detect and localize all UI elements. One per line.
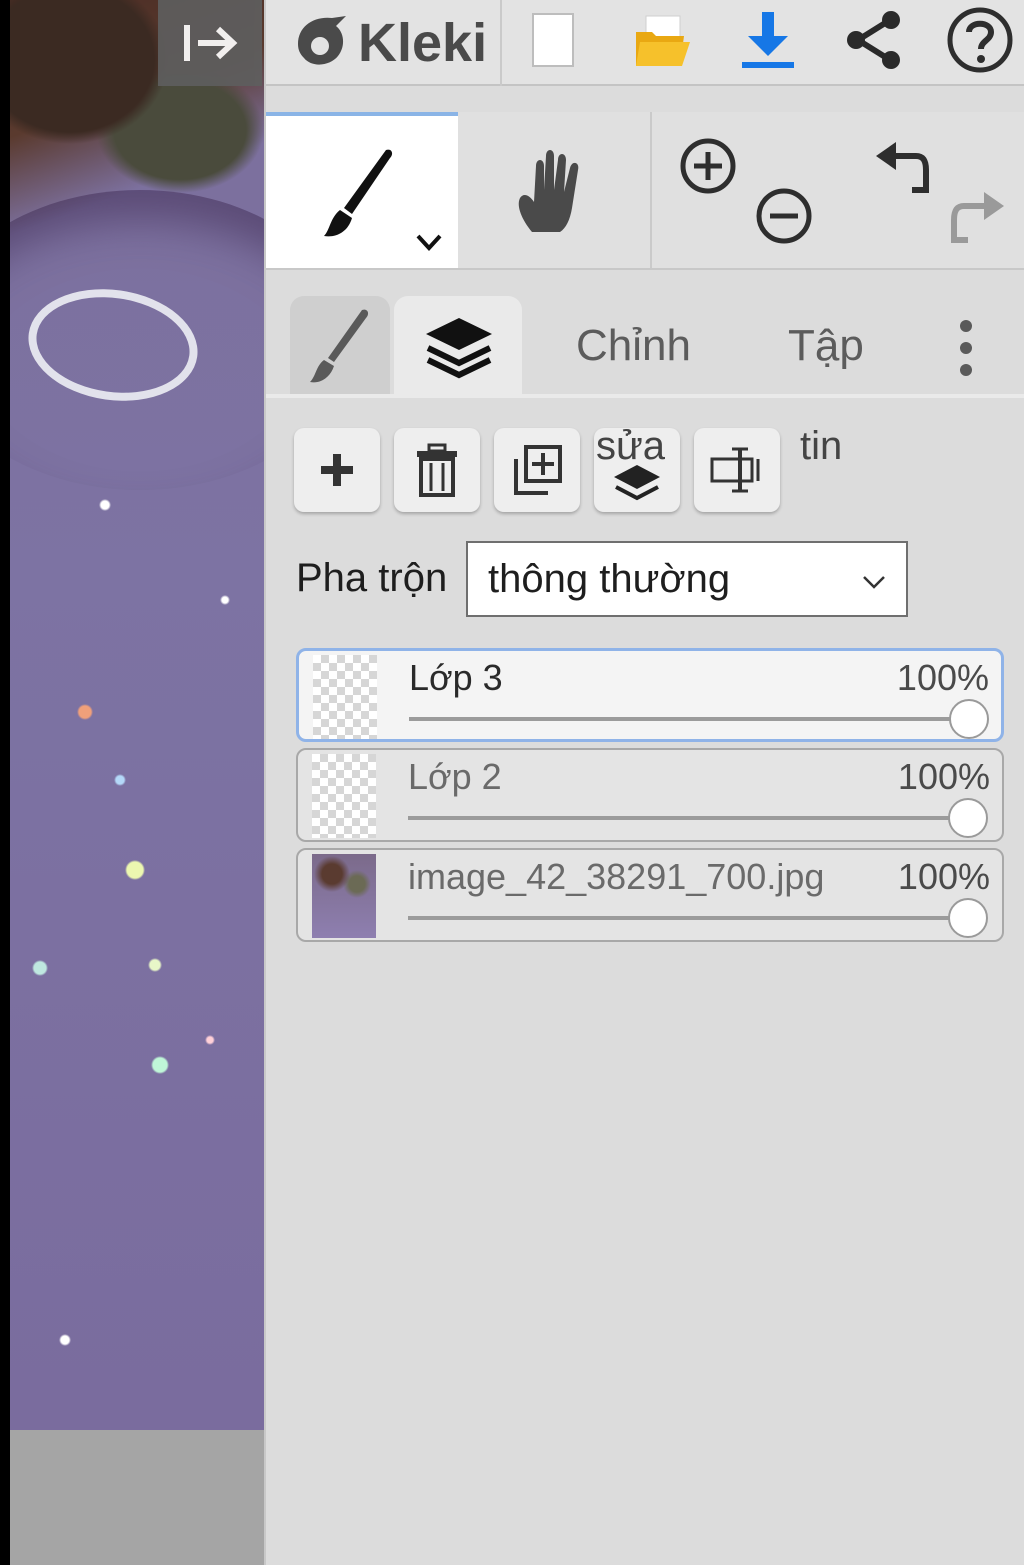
delete-layer-icon [417, 443, 457, 497]
app-logo-text: Kleki [358, 13, 488, 73]
add-layer-icon [321, 454, 353, 486]
opacity-slider[interactable] [409, 717, 969, 721]
tab-underline [266, 394, 1024, 398]
collapse-panel-icon [184, 25, 238, 61]
tab-file[interactable]: Tập [788, 296, 864, 396]
brush-tab-icon [310, 309, 369, 383]
layer-name: Lớp 3 [409, 657, 503, 698]
blend-mode-select[interactable]: thông thường [466, 541, 908, 617]
add-layer-button[interactable] [294, 428, 380, 512]
tool-divider [650, 112, 652, 268]
merge-label-overflow: sửa [596, 424, 666, 468]
drawing-canvas[interactable] [10, 0, 264, 1565]
layer-opacity: 100% [897, 856, 990, 897]
panel-tabs: Chỉnh Tập [266, 296, 1024, 396]
new-document-icon [532, 13, 574, 67]
layer-thumbnail [312, 754, 376, 838]
duplicate-layer-button[interactable] [494, 428, 580, 512]
brush-tool-button[interactable] [266, 112, 458, 268]
layer-thumbnail [313, 655, 377, 739]
tab-edit[interactable]: Chỉnh [576, 296, 691, 396]
collapse-panel-button[interactable] [158, 0, 262, 86]
brush-icon [324, 149, 393, 237]
rename-layer-button[interactable] [694, 428, 780, 512]
app-logo[interactable]: Kleki [290, 0, 487, 86]
layer-item[interactable]: Lớp 3 100% [296, 648, 1004, 742]
app-frame: Kleki Chỉnh Tập sửa tin Pha trộn thông t… [0, 0, 1024, 1565]
layer-name: Lớp 2 [408, 756, 502, 797]
help-button[interactable] [940, 4, 1020, 76]
new-document-button[interactable] [514, 4, 594, 76]
open-folder-icon [636, 15, 690, 66]
download-button[interactable] [728, 4, 808, 76]
zoom-out-icon [756, 188, 812, 244]
duplicate-layer-icon [514, 445, 562, 495]
toolbar-divider [500, 0, 502, 86]
zoom-out-button[interactable] [754, 186, 814, 251]
hand-tool-button[interactable] [458, 112, 650, 268]
share-button[interactable] [834, 4, 914, 76]
canvas-image [10, 0, 264, 1430]
redo-icon [951, 192, 1004, 243]
layer-name: image_42_38291_700.jpg [408, 856, 825, 897]
layer-info-label-overflow: tin [800, 424, 843, 468]
opacity-slider-knob[interactable] [948, 798, 988, 838]
tab-layers[interactable] [394, 296, 522, 396]
layer-opacity: 100% [897, 756, 990, 797]
layer-item[interactable]: Lớp 2 100% [296, 748, 1004, 842]
chevron-down-icon [863, 576, 885, 589]
undo-icon [876, 142, 929, 193]
download-icon [742, 12, 794, 68]
open-file-button[interactable] [622, 4, 702, 76]
opacity-slider-knob[interactable] [949, 699, 989, 739]
zoom-in-icon [680, 138, 736, 194]
more-vertical-icon [960, 320, 972, 376]
blend-mode-value: thông thường [488, 556, 731, 601]
opacity-slider[interactable] [408, 916, 968, 920]
blend-mode-label: Pha trộn [296, 556, 448, 600]
tool-row [266, 112, 1024, 270]
delete-layer-button[interactable] [394, 428, 480, 512]
redo-button[interactable] [948, 186, 1008, 251]
merge-down-icon [614, 465, 660, 501]
share-icon [847, 11, 900, 69]
top-toolbar: Kleki [266, 0, 1024, 86]
opacity-slider-knob[interactable] [948, 898, 988, 938]
side-panel: Kleki Chỉnh Tập sửa tin Pha trộn thông t… [264, 0, 1024, 1565]
tab-brush[interactable] [290, 296, 390, 396]
undo-button[interactable] [872, 136, 932, 201]
tab-more-button[interactable] [954, 318, 978, 383]
layer-thumbnail [312, 854, 376, 938]
kleki-logo-icon [298, 16, 346, 65]
layer-item[interactable]: image_42_38291_700.jpg 100% [296, 848, 1004, 942]
hand-icon [518, 150, 579, 232]
zoom-in-button[interactable] [678, 136, 738, 201]
chevron-down-icon [416, 234, 442, 251]
help-icon [947, 7, 1013, 73]
opacity-slider[interactable] [408, 816, 968, 820]
rename-layer-icon [710, 447, 760, 493]
layers-tab-icon [426, 318, 492, 379]
layer-opacity: 100% [896, 657, 989, 698]
